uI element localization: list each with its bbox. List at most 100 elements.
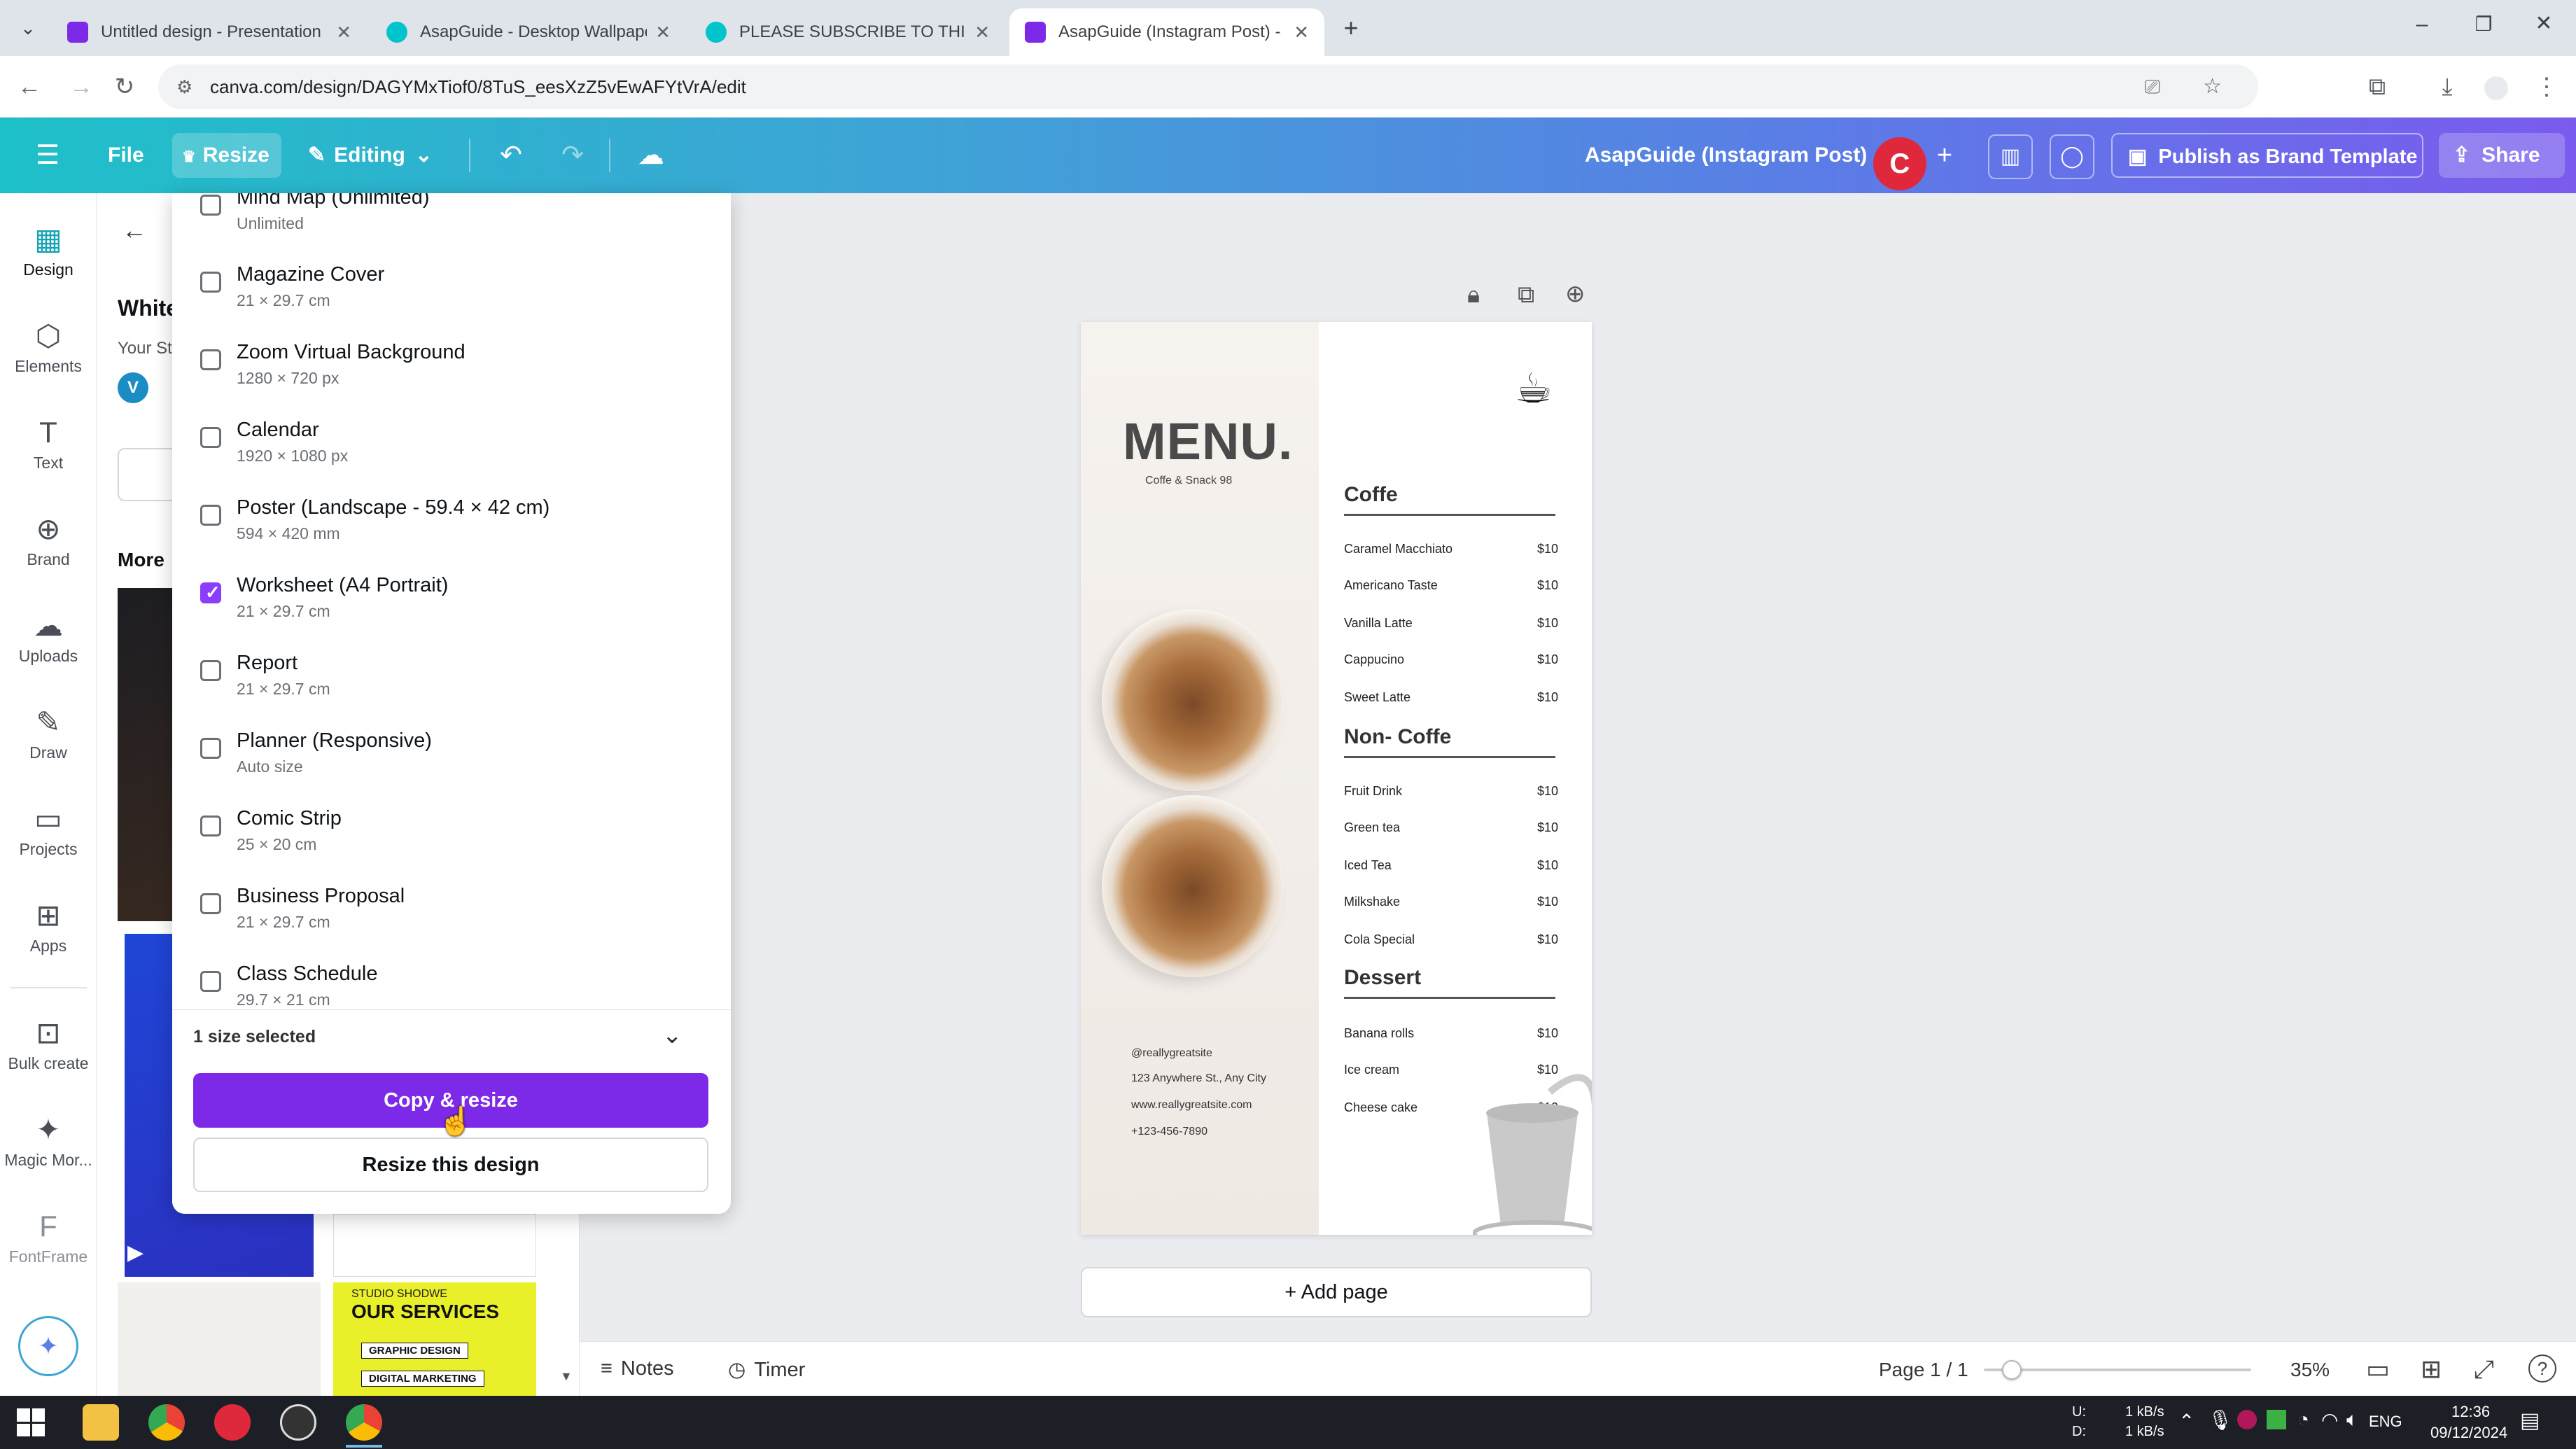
share-button[interactable]: ⇪ Share [2439, 133, 2565, 178]
design-title[interactable]: AsapGuide (Instagram Post) [1585, 133, 1867, 178]
browser-tab[interactable]: AsapGuide - Desktop Wallpape ✕ [371, 8, 686, 56]
rail-item-design[interactable]: ▦ Design [0, 221, 97, 279]
resize-option[interactable]: Business Proposal 21 × 29.7 cm [172, 874, 704, 951]
notes-button[interactable]: ≡ Notes [601, 1357, 674, 1380]
option-checkbox[interactable] [200, 349, 221, 370]
rail-item-draw[interactable]: ✎ Draw [0, 704, 97, 762]
add-page-icon[interactable]: ⊕ [1565, 280, 1586, 308]
zoom-level[interactable]: 35% [2290, 1359, 2330, 1381]
resize-option[interactable]: Report 21 × 29.7 cm [172, 640, 704, 718]
help-icon[interactable]: ? [2528, 1354, 2556, 1382]
close-icon[interactable]: ✕ [336, 22, 351, 43]
notifications-icon[interactable]: ▤ [2520, 1408, 2540, 1433]
resize-option[interactable]: Planner (Responsive) Auto size [172, 718, 704, 795]
back-arrow-icon[interactable]: ← [11, 69, 48, 105]
minimize-icon[interactable]: – [2408, 13, 2436, 41]
download-icon[interactable]: ⤓ [2429, 69, 2465, 105]
recorder-icon[interactable] [214, 1404, 251, 1441]
team-avatar[interactable]: V [118, 372, 148, 403]
resize-button[interactable]: ♛ Resize [172, 133, 281, 178]
close-icon[interactable]: ✕ [1294, 22, 1309, 43]
rail-item-text[interactable]: T Text [0, 414, 97, 472]
restore-icon[interactable]: ❐ [2470, 13, 2498, 41]
option-checkbox[interactable] [200, 427, 221, 448]
zoom-slider-track[interactable] [1984, 1368, 2251, 1371]
site-info-icon[interactable]: ⚙ [176, 64, 192, 109]
forward-arrow-icon[interactable]: → [63, 69, 99, 105]
option-checkbox[interactable] [200, 272, 221, 293]
extensions-icon[interactable]: ⧉ [2359, 69, 2395, 105]
template-thumbnail[interactable] [118, 1282, 321, 1396]
resize-option[interactable]: Zoom Virtual Background 1280 × 720 px [172, 330, 704, 407]
fullscreen-icon[interactable]: ⤢ [2474, 1354, 2494, 1385]
close-icon[interactable]: ✕ [974, 22, 990, 43]
resize-option[interactable]: Poster (Landscape - 59.4 × 42 cm) 594 × … [172, 485, 704, 562]
resize-this-design-button[interactable]: Resize this design [193, 1138, 708, 1192]
clock-date[interactable]: 09/12/2024 [2430, 1424, 2507, 1442]
undo-icon[interactable]: ↶ [490, 134, 532, 176]
chrome-active-icon[interactable] [346, 1404, 382, 1441]
browser-tab[interactable]: Untitled design - Presentation ✕ [52, 8, 367, 56]
chevron-down-icon[interactable]: ⌄ [662, 1021, 682, 1049]
obs-icon[interactable] [280, 1404, 316, 1441]
resize-option[interactable]: Calendar 1920 × 1080 px [172, 407, 704, 484]
grid-view-icon[interactable]: ⊞ [2421, 1354, 2442, 1384]
option-checkbox[interactable] [200, 505, 221, 526]
comments-button[interactable]: ◯ [2050, 134, 2094, 179]
add-collaborator-icon[interactable]: + [1924, 134, 1966, 176]
lock-icon[interactable]: 🔒︎ [1467, 281, 1480, 309]
timer-button[interactable]: ◷ Timer [728, 1357, 805, 1382]
volume-icon[interactable]: 🔈︎ [2346, 1408, 2358, 1432]
magic-assistant-button[interactable]: ✦ [18, 1316, 78, 1376]
window-close-icon[interactable]: ✕ [2530, 11, 2558, 39]
rail-item-uploads[interactable]: ☁ Uploads [0, 608, 97, 666]
rail-item-bulk-create[interactable]: ⊡ Bulk create [0, 1015, 97, 1073]
file-explorer-icon[interactable] [83, 1404, 119, 1441]
panel-scroll-down-icon[interactable]: ▼ [560, 1369, 573, 1384]
reload-icon[interactable]: ↻ [106, 69, 143, 105]
rail-item-fontframe[interactable]: F FontFrame [0, 1208, 97, 1266]
option-checkbox[interactable] [200, 738, 221, 759]
resize-option-selected[interactable]: Worksheet (A4 Portrait) 21 × 29.7 cm [172, 563, 704, 640]
design-page[interactable]: MENU. Coffe & Snack 98 ☕︎ Coffe Caramel … [1081, 322, 1592, 1235]
language-indicator[interactable]: ENG [2369, 1413, 2402, 1431]
close-icon[interactable]: ✕ [655, 22, 671, 43]
option-checkbox[interactable] [200, 660, 221, 681]
back-arrow-icon[interactable]: ← [122, 216, 147, 245]
tray-app-icon[interactable] [2267, 1410, 2286, 1429]
rail-item-apps[interactable]: ⊞ Apps [0, 897, 97, 955]
rail-item-projects[interactable]: ▭ Projects [0, 801, 97, 859]
new-tab-button[interactable]: + [1336, 13, 1366, 43]
page-indicator[interactable]: Page 1 / 1 [1879, 1359, 1968, 1381]
microphone-icon[interactable]: 🎙︎ [2208, 1408, 2233, 1432]
tray-app-icon[interactable] [2237, 1410, 2257, 1429]
editing-mode-button[interactable]: ✎ Editing ⌄ [308, 133, 433, 178]
windows-start-icon[interactable] [17, 1408, 45, 1436]
browser-tab-active[interactable]: AsapGuide (Instagram Post) - Y ✕ [1009, 8, 1324, 56]
user-avatar[interactable]: C [1873, 137, 1926, 190]
template-thumbnail[interactable]: STUDIO SHODWE OUR SERVICES GRAPHIC DESIG… [333, 1282, 536, 1396]
page-view-icon[interactable]: ▭ [2366, 1354, 2390, 1384]
resize-option[interactable]: Comic Strip 25 × 20 cm [172, 796, 704, 873]
browser-tab[interactable]: PLEASE SUBSCRIBE TO THIS CH ✕ [690, 8, 1005, 56]
analytics-button[interactable]: ▥ [1988, 134, 2033, 179]
profile-avatar[interactable] [2478, 69, 2514, 105]
install-app-icon[interactable]: ⎚ [2145, 64, 2160, 109]
bookmark-star-icon[interactable]: ☆ [2203, 64, 2222, 109]
cloud-saved-icon[interactable]: ☁ [630, 134, 672, 176]
publish-brand-template-button[interactable]: ▣ Publish as Brand Template [2111, 133, 2423, 178]
option-checkbox[interactable] [200, 816, 221, 836]
template-thumbnail[interactable] [333, 1214, 536, 1277]
add-page-button[interactable]: + Add page [1081, 1267, 1592, 1317]
redo-icon[interactable]: ↷ [552, 134, 594, 176]
clock-time[interactable]: 12:36 [2451, 1403, 2490, 1421]
resize-option[interactable]: Magazine Cover 21 × 29.7 cm [172, 252, 704, 329]
zoom-slider-handle[interactable] [2002, 1360, 2022, 1380]
rail-item-elements[interactable]: ⬡ Elements [0, 318, 97, 376]
resize-option[interactable]: Mind Map (Unlimited) Unlimited [172, 193, 704, 252]
duplicate-page-icon[interactable]: ⧉ [1518, 281, 1534, 309]
option-checkbox-checked[interactable] [200, 582, 221, 603]
wifi-icon[interactable]: ◠ [2321, 1408, 2338, 1432]
chevron-up-icon[interactable]: ⌃ [2178, 1410, 2194, 1433]
rail-item-magic-morph[interactable]: ✦ Magic Mor... [0, 1112, 97, 1170]
